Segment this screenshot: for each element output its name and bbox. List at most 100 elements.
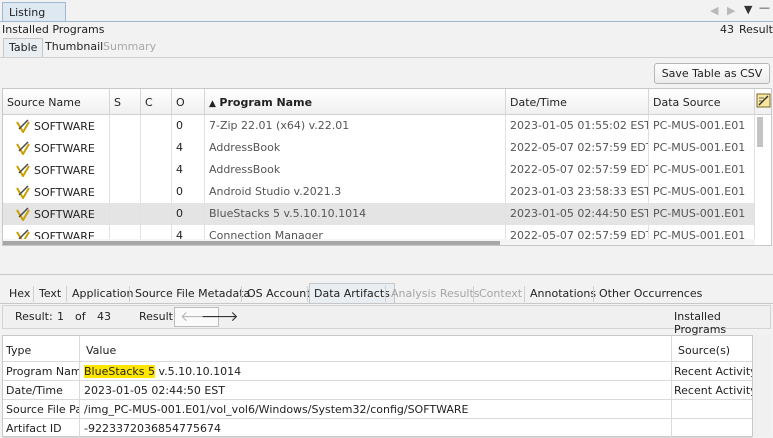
result-toolbar: Result: 1 of 43 Result 🡐 🡒 Installed Pro…: [2, 305, 771, 336]
cell-c: [141, 181, 172, 203]
detail-col-sources[interactable]: Source(s): [672, 336, 752, 362]
col-datetime-label: Date/Time: [510, 96, 567, 109]
result-nav-buttons: 🡐 🡒: [174, 307, 239, 327]
cell-data-source: PC-MUS-001.E01: [649, 203, 755, 225]
detail-scroll-gutter: [754, 335, 771, 437]
tab-os-account[interactable]: OS Account: [243, 284, 315, 303]
col-o[interactable]: O: [172, 89, 205, 115]
table-row[interactable]: SOFTWARE 4 AddressBook 2022-05-07 02:57:59 …: [3, 137, 755, 159]
tab-separator: [473, 286, 474, 302]
tabs-underline: [0, 303, 773, 304]
cell-o: 4: [172, 159, 205, 181]
detail-col-type[interactable]: Type: [3, 336, 80, 362]
tab-context: Context: [479, 287, 523, 300]
tab-table-label: Table: [9, 41, 38, 54]
cell-program-name: 7-Zip 22.01 (x64) v.22.01: [205, 115, 506, 137]
save-table-csv-button[interactable]: Save Table as CSV: [654, 63, 770, 84]
cell-c: [141, 203, 172, 225]
col-source-name-label: Source Name: [7, 96, 81, 109]
result-label: Result:: [15, 310, 53, 323]
detail-type-cell: Program Name: [3, 362, 80, 381]
detail-type-cell: Date/Time: [3, 381, 80, 400]
tab-application[interactable]: Application: [68, 284, 137, 303]
col-s[interactable]: S: [110, 89, 141, 115]
page-title: Installed Programs: [2, 23, 105, 36]
cell-o: 0: [172, 181, 205, 203]
tab-thumbnail-label: Thumbnail: [45, 40, 104, 53]
detail-col-value[interactable]: Value: [80, 336, 672, 362]
tab-separator: [33, 286, 34, 302]
detail-value-text: v.5.10.10.1014: [155, 365, 242, 378]
table-row[interactable]: SOFTWARE 0 BlueStacks 5 v.5.10.10.1014 2023…: [3, 203, 755, 225]
detail-row[interactable]: Source File Pat/img_PC-MUS-001.E01/vol_v…: [3, 400, 752, 419]
col-o-label: O: [176, 96, 185, 109]
tab-text[interactable]: Text: [35, 284, 65, 303]
source-name-text: SOFTWARE: [34, 120, 95, 133]
tab-separator: [593, 286, 594, 302]
column-picker-button[interactable]: [755, 89, 771, 115]
tab-summary-label: Summary: [103, 40, 157, 53]
artifact-detail-table: Type Value Source(s) Program NameBlueSta…: [2, 335, 753, 438]
col-program-name[interactable]: ▲ Program Name: [205, 89, 506, 115]
minimize-icon[interactable]: —: [759, 1, 770, 14]
col-data-source[interactable]: Data Source: [649, 89, 755, 115]
table-row[interactable]: SOFTWARE 4 AddressBook 2022-05-07 02:57:59 …: [3, 159, 755, 181]
horizontal-scrollbar[interactable]: [3, 239, 755, 245]
nav-right-icon[interactable]: ▶: [727, 4, 735, 17]
cell-o: 4: [172, 137, 205, 159]
cell-s: [110, 137, 141, 159]
tab-divider: [0, 21, 773, 22]
tab-data-artifacts[interactable]: Data Artifacts: [309, 283, 395, 304]
cell-program-name: AddressBook: [205, 137, 506, 159]
tab-hex[interactable]: Hex: [5, 284, 34, 303]
dropdown-icon[interactable]: ▼: [744, 3, 752, 16]
cell-datetime: 2022-05-07 02:57:59 EDT: [506, 137, 649, 159]
detail-row[interactable]: Date/Time 2023-01-05 02:44:50 EST Recent A…: [3, 381, 752, 400]
col-data-source-label: Data Source: [653, 96, 721, 109]
col-datetime[interactable]: Date/Time: [506, 89, 649, 115]
table-row[interactable]: SOFTWARE 0 7-Zip 22.01 (x64) v.22.01 2023-0…: [3, 115, 755, 137]
artifact-type-label: Installed Programs: [674, 310, 727, 336]
tab-separator: [241, 286, 242, 302]
tab-source-file-metadata[interactable]: Source File Metadata: [131, 284, 254, 303]
source-name-text: SOFTWARE: [34, 208, 95, 221]
listing-tab[interactable]: Listing: [2, 2, 66, 21]
detail-source-cell: Recent Activity: [674, 365, 752, 378]
result-total: 43: [97, 310, 111, 323]
cell-data-source: PC-MUS-001.E01: [649, 115, 755, 137]
registry-icon: [16, 163, 30, 178]
cell-program-name: AddressBook: [205, 159, 506, 181]
cell-datetime: 2023-01-05 02:44:50 EST: [506, 203, 649, 225]
forward-arrow-icon[interactable]: 🡒: [201, 308, 239, 325]
cell-o: 0: [172, 203, 205, 225]
result-word: Result: [139, 310, 173, 323]
tab-annotations[interactable]: Annotations: [526, 284, 600, 303]
detail-value-cell: BlueStacks 5 v.5.10.10.1014: [80, 362, 672, 381]
cell-program-name: BlueStacks 5 v.5.10.10.1014: [205, 203, 506, 225]
column-picker-icon: [756, 93, 771, 108]
save-table-csv-label: Save Table as CSV: [661, 67, 763, 80]
split-divider[interactable]: [0, 274, 773, 275]
table-row[interactable]: SOFTWARE 0 Android Studio v.2021.3 2023-01-…: [3, 181, 755, 203]
cell-s: [110, 159, 141, 181]
tab-other-occurrences[interactable]: Other Occurrences: [595, 284, 706, 303]
detail-value-text: -9223372036854775674: [84, 422, 221, 435]
vertical-scroll-thumb[interactable]: [757, 117, 763, 147]
detail-value-cell: -9223372036854775674: [80, 419, 672, 438]
detail-header-row: Type Value Source(s): [3, 336, 752, 362]
col-c[interactable]: C: [141, 89, 172, 115]
cell-s: [110, 203, 141, 225]
nav-left-icon[interactable]: ◀: [710, 4, 718, 17]
detail-row[interactable]: Artifact ID -9223372036854775674: [3, 419, 752, 438]
sort-ascending-icon: ▲: [209, 99, 216, 109]
cell-source-name: SOFTWARE: [3, 181, 110, 203]
cell-datetime: 2022-05-07 02:57:59 EDT: [506, 159, 649, 181]
cell-source-name: SOFTWARE: [3, 137, 110, 159]
cell-source-name: SOFTWARE: [3, 115, 110, 137]
col-source-name[interactable]: Source Name: [3, 89, 110, 115]
horizontal-scroll-thumb[interactable]: [3, 241, 500, 245]
cell-o: 0: [172, 115, 205, 137]
tab-table[interactable]: Table: [3, 38, 44, 57]
programs-table: Source Name S C O ▲ Program Name Date/Ti…: [2, 88, 772, 246]
detail-row[interactable]: Program NameBlueStacks 5 v.5.10.10.1014R…: [3, 362, 752, 381]
